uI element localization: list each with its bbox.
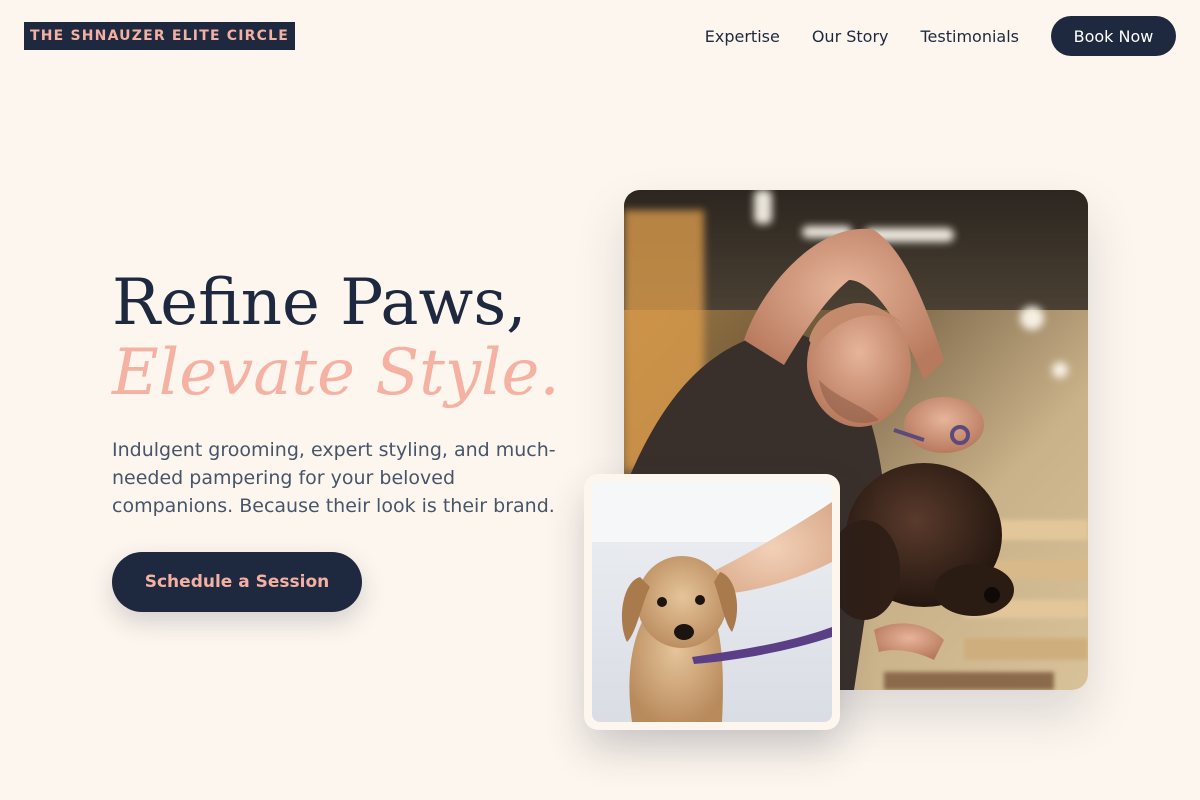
hero-subtext: Indulgent grooming, expert styling, and … xyxy=(112,439,556,517)
schedule-session-button[interactable]: Schedule a Session xyxy=(112,552,362,612)
main-nav: Expertise Our Story Testimonials Book No… xyxy=(705,16,1176,56)
brand-logo-text: THE SHNAUZER ELITE CIRCLE xyxy=(29,28,290,44)
hero-inset-photo xyxy=(592,482,832,722)
nav-link-our-story[interactable]: Our Story xyxy=(812,27,889,46)
brand-logo[interactable]: THE SHNAUZER ELITE CIRCLE xyxy=(24,22,295,50)
book-now-button[interactable]: Book Now xyxy=(1051,16,1176,56)
hero-headline-line1: Refine Paws, xyxy=(112,266,527,340)
nav-link-testimonials[interactable]: Testimonials xyxy=(921,27,1020,46)
nav-link-expertise[interactable]: Expertise xyxy=(705,27,780,46)
hero-headline: Refine Paws, Elevate Style. xyxy=(112,268,560,408)
wet-dog-photo-illustration xyxy=(592,482,832,722)
hero-inset-photo-frame xyxy=(584,474,840,730)
hero-headline-line2: Elevate Style. xyxy=(112,336,560,410)
